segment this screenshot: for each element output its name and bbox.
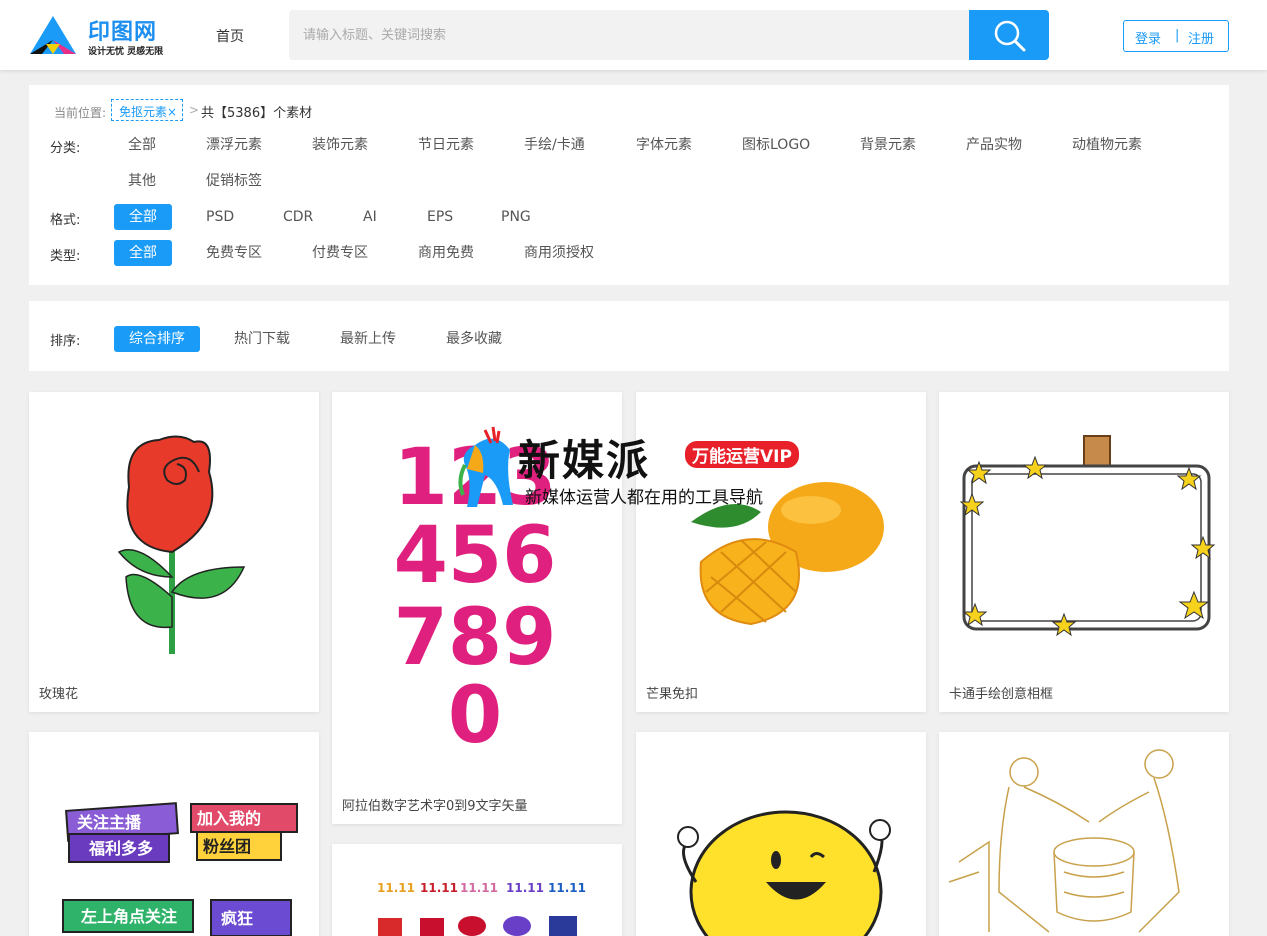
category-option[interactable]: 图标LOGO bbox=[742, 132, 810, 158]
format-option[interactable]: PSD bbox=[206, 204, 234, 230]
type-option[interactable]: 商用免费 bbox=[418, 240, 474, 266]
logo-name: 印图网 bbox=[88, 20, 158, 45]
logo-triangle-icon bbox=[30, 16, 76, 54]
category-option[interactable]: 其他 bbox=[128, 168, 156, 194]
search-input[interactable] bbox=[289, 10, 969, 60]
digits-row: 456 bbox=[394, 511, 557, 601]
ad-title: 新媒派 bbox=[518, 436, 651, 485]
digits-row: 0 bbox=[448, 671, 502, 761]
badge-text: 11.11 bbox=[460, 881, 498, 895]
auth-box: 登录 | 注册 bbox=[1123, 20, 1229, 52]
logo-slogan: 设计无忧 灵感无限 bbox=[88, 47, 164, 57]
sticker-text: 粉丝团 bbox=[203, 837, 251, 856]
type-label: 类型: bbox=[50, 249, 81, 264]
type-option-all[interactable]: 全部 bbox=[114, 240, 172, 266]
badge-text: 11.11 bbox=[420, 881, 458, 895]
category-option[interactable]: 装饰元素 bbox=[312, 132, 368, 158]
card-title[interactable]: 玫瑰花 bbox=[39, 683, 78, 702]
sticker-text: 加入我的 bbox=[196, 809, 261, 828]
asset-card[interactable]: 11.11 11.11 11.11 11.11 11.11 bbox=[332, 844, 622, 936]
badge-text: 11.11 bbox=[548, 881, 586, 895]
filter-panel: 当前位置: 免抠元素× > 共【5386】个素材 分类: 全部 漂浮元素 装饰元… bbox=[29, 85, 1229, 285]
horse-logo-icon bbox=[458, 426, 513, 507]
asset-card[interactable] bbox=[636, 732, 926, 936]
sort-option-default[interactable]: 综合排序 bbox=[114, 326, 200, 352]
digits-row: 789 bbox=[394, 593, 557, 683]
format-option-all[interactable]: 全部 bbox=[114, 204, 172, 230]
category-option[interactable]: 字体元素 bbox=[636, 132, 692, 158]
badge-text: 11.11 bbox=[506, 881, 544, 895]
format-label: 格式: bbox=[50, 213, 81, 228]
category-option[interactable]: 手绘/卡通 bbox=[524, 132, 585, 158]
asset-card[interactable]: 玫瑰花 bbox=[29, 392, 319, 712]
sticker-pack-image: 关注主播 福利多多 加入我的 粉丝团 左上角点关注 疯狂 bbox=[62, 802, 298, 936]
search-icon bbox=[994, 20, 1026, 52]
card-title[interactable]: 卡通手绘创意相框 bbox=[949, 683, 1053, 702]
category-option-all[interactable]: 全部 bbox=[128, 132, 156, 158]
category-option[interactable]: 背景元素 bbox=[860, 132, 916, 158]
ad-subtitle: 新媒体运营人都在用的工具导航 bbox=[525, 488, 763, 508]
line-art-figures-image bbox=[948, 749, 1180, 933]
site-logo[interactable]: 印图网 设计无忧 灵感无限 bbox=[28, 14, 178, 58]
breadcrumb-tag-remove[interactable]: 免抠元素× bbox=[111, 99, 183, 121]
category-option[interactable]: 漂浮元素 bbox=[206, 132, 262, 158]
auth-divider: | bbox=[1175, 28, 1180, 43]
sticker-text: 福利多多 bbox=[88, 839, 153, 858]
sort-bar: 排序: 综合排序 热门下载 最新上传 最多收藏 bbox=[29, 301, 1229, 371]
ad-banner[interactable]: 新媒派 万能运营VIP 新媒体运营人都在用的工具导航 bbox=[455, 425, 815, 515]
asset-card[interactable] bbox=[939, 732, 1229, 936]
type-option[interactable]: 付费专区 bbox=[312, 240, 368, 266]
category-option[interactable]: 产品实物 bbox=[966, 132, 1022, 158]
card-title[interactable]: 芒果免扣 bbox=[646, 683, 698, 702]
format-option[interactable]: PNG bbox=[501, 204, 531, 230]
sticker-text: 疯狂 bbox=[221, 909, 253, 928]
category-option[interactable]: 促销标签 bbox=[206, 168, 262, 194]
sort-option-hot[interactable]: 热门下载 bbox=[234, 326, 290, 352]
type-option[interactable]: 商用须授权 bbox=[524, 240, 594, 266]
search-bar bbox=[289, 10, 1049, 60]
sort-label: 排序: bbox=[50, 334, 81, 349]
top-header: 印图网 设计无忧 灵感无限 首页 登录 | 注册 bbox=[0, 0, 1267, 70]
sticker-text: 左上角点关注 bbox=[80, 907, 177, 926]
category-label: 分类: bbox=[50, 141, 81, 156]
badge-text: 11.11 bbox=[377, 881, 415, 895]
ad-vip-badge: 万能运营VIP bbox=[685, 441, 799, 468]
format-option[interactable]: AI bbox=[363, 204, 377, 230]
card-title[interactable]: 阿拉伯数字艺术字0到9文字矢量 bbox=[342, 795, 528, 814]
nav-home-link[interactable]: 首页 bbox=[216, 26, 244, 46]
result-count: 共【5386】个素材 bbox=[201, 106, 313, 121]
category-option[interactable]: 节日元素 bbox=[418, 132, 474, 158]
search-button[interactable] bbox=[969, 10, 1049, 60]
category-option[interactable]: 动植物元素 bbox=[1072, 132, 1142, 158]
register-link[interactable]: 注册 bbox=[1188, 28, 1214, 47]
format-option[interactable]: CDR bbox=[283, 204, 313, 230]
type-option[interactable]: 免费专区 bbox=[206, 240, 262, 266]
breadcrumb-label: 当前位置: bbox=[54, 106, 107, 120]
double-eleven-badges-image: 11.11 11.11 11.11 11.11 11.11 bbox=[377, 881, 586, 936]
rose-image bbox=[117, 435, 246, 654]
mango-cartoon-image bbox=[677, 810, 891, 936]
photo-frame-image bbox=[959, 435, 1216, 637]
format-option[interactable]: EPS bbox=[427, 204, 453, 230]
login-link[interactable]: 登录 bbox=[1135, 28, 1161, 47]
breadcrumb-separator: > bbox=[189, 103, 200, 117]
asset-card[interactable]: 卡通手绘创意相框 bbox=[939, 392, 1229, 712]
sort-option-newest[interactable]: 最新上传 bbox=[340, 326, 396, 352]
asset-card[interactable]: 关注主播 福利多多 加入我的 粉丝团 左上角点关注 疯狂 bbox=[29, 732, 319, 936]
sticker-text: 关注主播 bbox=[77, 813, 142, 832]
sort-option-favorites[interactable]: 最多收藏 bbox=[446, 326, 502, 352]
